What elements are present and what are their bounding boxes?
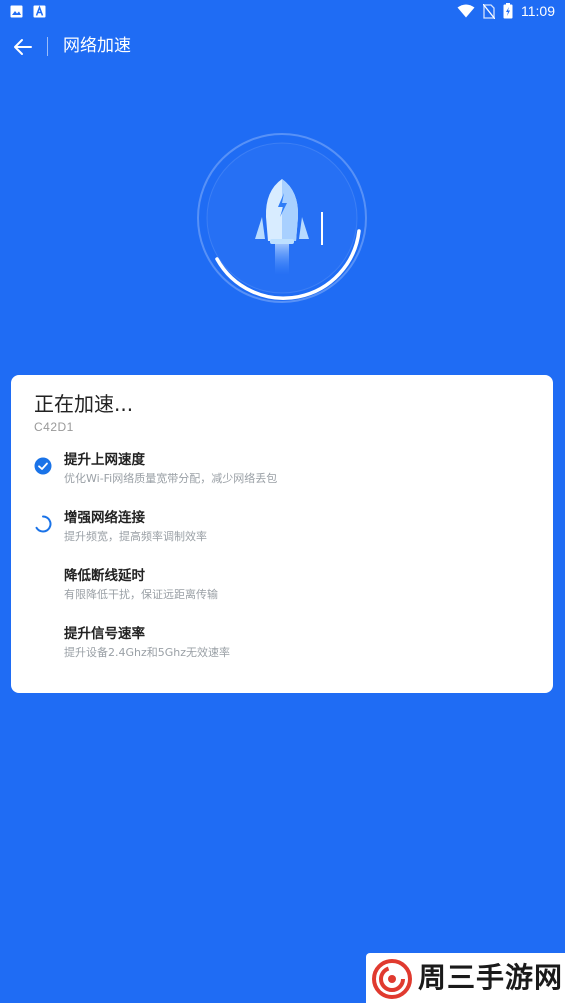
loading-spinner-icon — [35, 515, 52, 533]
task-item-signal-rate: 提升信号速率 提升设备2.4Ghz和5Ghz无效速率 — [34, 625, 534, 669]
back-button[interactable] — [10, 34, 36, 60]
task-description: 优化Wi-Fi网络质量宽带分配，减少网络丢包 — [64, 472, 278, 485]
battery-charging-icon — [503, 3, 513, 19]
watermark-text: 周三手游网 — [418, 961, 564, 994]
task-item-reduce-latency: 降低断线延时 有限降低干扰，保证远距离传输 — [34, 567, 534, 611]
clock: 11:09 — [521, 3, 555, 19]
site-watermark: 周三手游网 — [366, 953, 565, 1003]
status-bar: 11:09 — [0, 0, 565, 24]
task-item-enhance-connection: 增强网络连接 提升频宽，提高频率调制效率 — [34, 509, 534, 553]
task-title: 提升上网速度 — [64, 452, 145, 468]
check-circle-icon — [34, 457, 52, 475]
no-sim-icon — [483, 3, 495, 19]
spiral-logo-icon — [372, 959, 412, 999]
app-notification-icon — [33, 5, 46, 18]
task-description: 提升设备2.4Ghz和5Ghz无效速率 — [64, 646, 231, 659]
task-title: 增强网络连接 — [64, 510, 145, 526]
network-name: C42D1 — [34, 420, 74, 434]
task-description: 有限降低干扰，保证远距离传输 — [64, 588, 218, 601]
page-title: 网络加速 — [63, 36, 131, 56]
boost-status-title: 正在加速... — [34, 392, 134, 416]
image-notification-icon — [10, 5, 23, 18]
wifi-icon — [457, 4, 475, 18]
arrow-left-icon — [14, 39, 32, 55]
task-item-boost-speed: 提升上网速度 优化Wi-Fi网络质量宽带分配，减少网络丢包 — [34, 451, 534, 495]
boost-progress-card: 正在加速... C42D1 提升上网速度 优化Wi-Fi网络质量宽带分配，减少网… — [11, 375, 553, 693]
app-bar: 网络加速 — [0, 28, 565, 66]
title-divider — [47, 37, 48, 56]
rocket-icon — [255, 179, 309, 275]
task-title: 提升信号速率 — [64, 626, 145, 642]
task-description: 提升频宽，提高频率调制效率 — [64, 530, 207, 543]
boost-animation — [195, 131, 369, 305]
task-title: 降低断线延时 — [64, 568, 145, 584]
